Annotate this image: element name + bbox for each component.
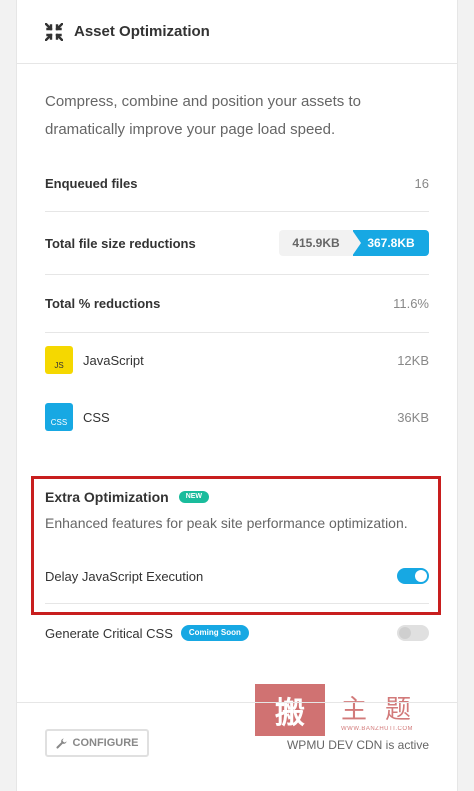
file-size-label: Total file size reductions <box>45 235 196 251</box>
delay-js-label: Delay JavaScript Execution <box>45 568 204 584</box>
critical-css-row: Generate Critical CSS Coming Soon <box>45 623 429 643</box>
percent-reduction-label: Total % reductions <box>45 295 161 311</box>
size-comparison: 415.9KB 367.8KB <box>279 230 429 256</box>
file-type-size: 12KB <box>397 352 429 368</box>
divider <box>45 211 429 212</box>
delay-js-row: Delay JavaScript Execution <box>45 566 429 586</box>
card-description: Compress, combine and position your asse… <box>45 93 361 138</box>
percent-reduction-row: Total % reductions 11.6% <box>45 292 429 314</box>
js-badge-icon: JS <box>45 346 73 374</box>
file-type-name: JavaScript <box>83 352 144 368</box>
css-badge-icon: CSS <box>45 403 73 431</box>
file-row-javascript: JS JavaScript 12KB <box>45 346 429 374</box>
file-type-size: 36KB <box>397 409 429 425</box>
file-size-row: Total file size reductions 415.9KB 367.8… <box>45 230 429 256</box>
asset-optimization-card: Asset Optimization Compress, combine and… <box>16 0 458 791</box>
coming-soon-badge: Coming Soon <box>180 625 249 641</box>
size-before: 415.9KB <box>279 230 353 256</box>
delay-js-toggle[interactable] <box>397 568 429 584</box>
enqueued-files-value: 16 <box>414 175 429 191</box>
percent-reduction-value: 11.6% <box>393 295 429 311</box>
wrench-icon <box>55 737 67 749</box>
extra-optimization-description: Enhanced features for peak site performa… <box>45 515 408 531</box>
critical-css-toggle <box>397 625 429 641</box>
extra-optimization-title: Extra Optimization <box>45 489 169 505</box>
cdn-status-text: WPMU DEV CDN is active <box>286 738 429 752</box>
configure-label: CONFIGURE <box>72 737 139 749</box>
configure-button[interactable]: CONFIGURE <box>45 729 149 757</box>
divider <box>45 274 429 275</box>
new-badge: NEW <box>178 491 210 503</box>
card-footer: CONFIGURE WPMU DEV CDN is active <box>17 702 457 791</box>
critical-css-label: Generate Critical CSS <box>45 625 173 641</box>
card-title: Asset Optimization <box>74 23 210 40</box>
extra-optimization-header: Extra Optimization NEW <box>45 489 210 505</box>
divider <box>45 603 429 604</box>
divider <box>45 332 429 333</box>
file-row-css: CSS CSS 36KB <box>45 403 429 431</box>
enqueued-files-row: Enqueued files 16 <box>45 172 429 194</box>
card-header: Asset Optimization <box>17 0 457 64</box>
size-after: 367.8KB <box>352 230 429 256</box>
enqueued-files-label: Enqueued files <box>45 175 138 191</box>
file-type-name: CSS <box>83 409 110 425</box>
compress-arrows-icon <box>45 22 63 41</box>
